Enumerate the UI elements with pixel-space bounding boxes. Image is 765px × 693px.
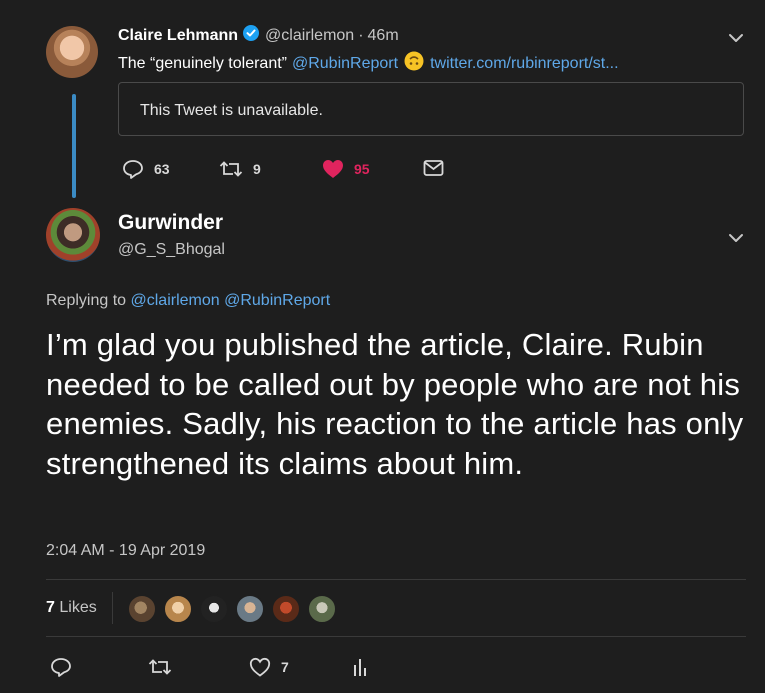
reply-button[interactable]: 63 <box>122 159 170 179</box>
external-link[interactable]: twitter.com/rubinreport/st... <box>430 55 619 73</box>
reply-button[interactable] <box>50 657 72 677</box>
divider-bottom <box>46 636 746 637</box>
author-name[interactable]: Claire Lehmann <box>118 27 238 45</box>
tweet-text: I’m glad you published the article, Clai… <box>46 327 744 481</box>
liker-avatar[interactable] <box>235 594 265 624</box>
liker-avatar[interactable] <box>163 594 193 624</box>
replying-to: Replying to @clairlemon @RubinReport <box>46 292 330 310</box>
separator: · <box>358 26 364 44</box>
liker-avatar[interactable] <box>199 594 229 624</box>
parent-tweet-header: Claire Lehmann @clairlemon · 46m <box>118 25 399 46</box>
retweet-count: 9 <box>253 161 261 177</box>
likes-summary[interactable]: 7 Likes <box>46 599 97 617</box>
thread-line <box>72 94 76 198</box>
quoted-tweet-box[interactable]: This Tweet is unavailable. <box>118 82 744 136</box>
reply-icon <box>51 658 71 677</box>
chevron-down-icon[interactable] <box>726 28 746 48</box>
avatar-gurwinder[interactable] <box>46 208 100 262</box>
verified-badge-icon <box>243 25 260 46</box>
analytics-icon <box>354 659 366 676</box>
message-icon <box>423 160 444 176</box>
liker-avatar[interactable] <box>127 594 157 624</box>
upside-down-face-icon <box>404 51 424 76</box>
liker-avatar[interactable] <box>271 594 301 624</box>
reply-icon <box>123 160 143 179</box>
likes-label: Likes <box>59 599 97 616</box>
retweet-button[interactable]: 9 <box>219 159 261 179</box>
parent-text-prefix: The “genuinely tolerant” <box>118 54 287 72</box>
heart-icon <box>249 657 271 677</box>
chevron-down-icon[interactable] <box>726 228 746 248</box>
main-author-name[interactable]: Gurwinder <box>118 211 223 235</box>
like-button[interactable]: 7 <box>249 657 289 677</box>
replying-label: Replying to <box>46 292 127 309</box>
like-count: 95 <box>354 161 370 177</box>
replying-mention-rubinreport[interactable]: @RubinReport <box>224 292 330 309</box>
retweet-button[interactable] <box>148 657 172 677</box>
reply-count: 63 <box>154 161 170 177</box>
retweet-icon <box>219 161 243 177</box>
analytics-button[interactable] <box>351 657 369 677</box>
heart-icon <box>323 160 343 178</box>
likes-divider <box>112 592 113 624</box>
mention-link[interactable]: @RubinReport <box>292 55 398 73</box>
tweet-timestamp[interactable]: 2:04 AM - 19 Apr 2019 <box>46 542 205 560</box>
likes-count: 7 <box>46 599 55 616</box>
author-handle[interactable]: @clairlemon <box>265 27 354 45</box>
main-author-handle[interactable]: @G_S_Bhogal <box>118 241 225 259</box>
parent-tweet-text: The “genuinely tolerant” @RubinReport tw… <box>118 51 619 76</box>
replying-mention-clairlemon[interactable]: @clairlemon <box>131 292 220 309</box>
retweet-icon <box>148 659 172 675</box>
like-count: 7 <box>281 659 289 675</box>
message-button[interactable] <box>423 159 444 177</box>
liker-avatar[interactable] <box>307 594 337 624</box>
quoted-unavailable-text: This Tweet is unavailable. <box>140 102 323 119</box>
like-button[interactable]: 95 <box>322 159 370 179</box>
divider-top <box>46 579 746 580</box>
avatar-claire[interactable] <box>46 26 98 78</box>
tweet-time[interactable]: 46m <box>368 27 399 45</box>
